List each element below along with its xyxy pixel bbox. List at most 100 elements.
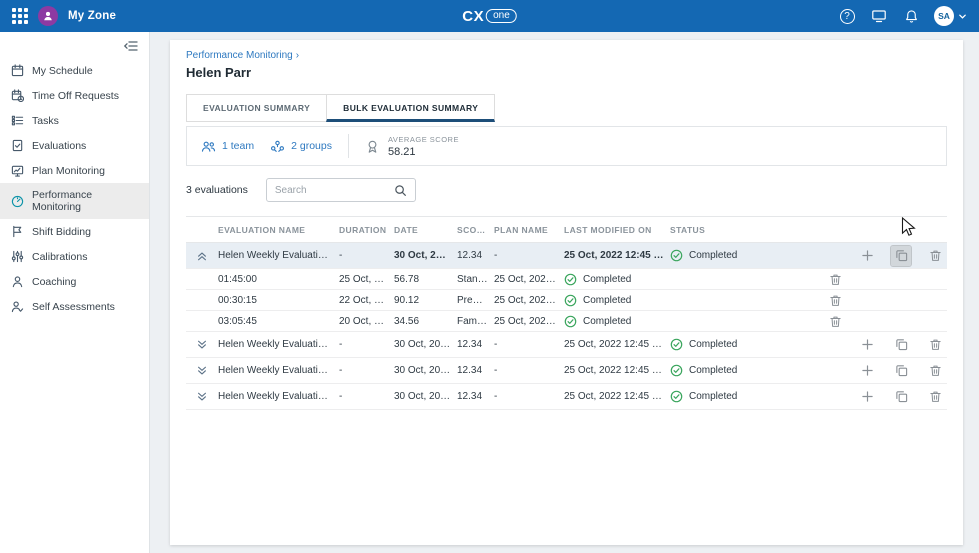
user-menu[interactable]: SA: [934, 6, 967, 26]
evaluation-name: Helen Weekly Evaluation - June 20: [218, 365, 339, 376]
last-modified: 25 Oct, 2022 12:45 PM: [494, 316, 564, 327]
copy-icon: [895, 390, 908, 403]
table-row[interactable]: Helen Weekly Evaluation - June 20 - 30 O…: [186, 358, 947, 384]
plan-monitoring-icon: [11, 164, 24, 177]
sidebar-item-label: Evaluations: [32, 140, 86, 152]
avatar[interactable]: SA: [934, 6, 954, 26]
delete-evaluation-button[interactable]: [925, 361, 945, 381]
add-evaluation-button[interactable]: [857, 335, 877, 355]
copy-evaluation-button[interactable]: [891, 246, 911, 266]
divider: [348, 134, 349, 158]
table-row[interactable]: Helen Weekly Evaluation - June... - 30 O…: [186, 243, 947, 269]
status-label: Completed: [689, 250, 737, 261]
sidebar-nav: My Schedule Time Off Requests Tasks Evaluat…: [0, 58, 149, 319]
status-label: Completed: [583, 295, 631, 306]
my-zone-logo-icon: [38, 6, 58, 26]
help-icon[interactable]: ?: [838, 7, 856, 25]
status-label: Completed: [689, 391, 737, 402]
sidebar-item-tasks[interactable]: Tasks: [0, 108, 149, 133]
status-label: Completed: [689, 339, 737, 350]
date: 30 Oct, 2022: [394, 250, 457, 261]
table-row[interactable]: 01:45:00 25 Oct, 2022 56.78 Standard Pla…: [186, 269, 947, 290]
average-score-value: 58.21: [388, 146, 459, 158]
expand-row-icon[interactable]: [196, 365, 208, 377]
completed-check-icon: [670, 338, 683, 351]
my-schedule-icon: [11, 64, 24, 77]
sidebar-item-label: Shift Bidding: [32, 226, 91, 238]
date: 30 Oct, 2022: [394, 339, 457, 350]
copy-evaluation-button[interactable]: [891, 387, 911, 407]
sidebar-item-evaluations[interactable]: Evaluations: [0, 133, 149, 158]
tab-bulk-evaluation-summary[interactable]: BULK EVALUATION SUMMARY: [326, 94, 495, 122]
breadcrumb-chevron: ›: [296, 50, 299, 61]
sidebar-item-calibrations[interactable]: Calibrations: [0, 244, 149, 269]
col-duration: DURATION: [339, 225, 394, 235]
completed-check-icon: [670, 364, 683, 377]
copy-evaluation-button[interactable]: [891, 335, 911, 355]
sidebar-item-label: Performance Monitoring: [32, 189, 138, 213]
table-header: EVALUATION NAME DURATION DATE SCORE PLAN…: [186, 216, 947, 243]
plan-name: Family Plan: [457, 316, 494, 327]
sidebar-item-label: Plan Monitoring: [32, 165, 105, 177]
completed-check-icon: [670, 390, 683, 403]
app-launcher-icon[interactable]: [12, 8, 28, 24]
add-evaluation-button[interactable]: [857, 387, 877, 407]
plus-icon: [862, 250, 873, 261]
duration: -: [339, 339, 394, 350]
status-cell: Completed: [670, 249, 847, 262]
team-link[interactable]: 1 team: [201, 140, 254, 153]
screen-share-icon[interactable]: [870, 7, 888, 25]
status-cell: Completed: [564, 273, 670, 286]
sidebar-item-label: Time Off Requests: [32, 90, 119, 102]
sidebar-item-performance-monitoring[interactable]: Performance Monitoring: [0, 183, 149, 219]
copy-evaluation-button[interactable]: [891, 361, 911, 381]
status-cell: Completed: [670, 338, 847, 351]
notifications-bell-icon[interactable]: [902, 7, 920, 25]
expand-row-icon[interactable]: [196, 339, 208, 351]
col-last-modified: LAST MODIFIED ON: [564, 225, 670, 235]
trash-icon: [929, 249, 942, 262]
average-score-block: AVERAGE SCORE 58.21: [365, 135, 459, 158]
search-icon[interactable]: [394, 184, 407, 197]
table-row[interactable]: 00:30:15 22 Oct, 2022 90.12 Premium Plan…: [186, 290, 947, 311]
expand-row-icon[interactable]: [196, 391, 208, 403]
add-evaluation-button[interactable]: [857, 246, 877, 266]
average-score-label: AVERAGE SCORE: [388, 135, 459, 144]
sidebar-item-my-schedule[interactable]: My Schedule: [0, 58, 149, 83]
delete-evaluation-button[interactable]: [825, 269, 845, 289]
groups-link[interactable]: 2 groups: [270, 140, 332, 153]
sidebar-item-shift-bidding[interactable]: Shift Bidding: [0, 219, 149, 244]
delete-evaluation-button[interactable]: [925, 335, 945, 355]
search-input[interactable]: [275, 185, 388, 196]
sidebar-item-coaching[interactable]: Coaching: [0, 269, 149, 294]
col-plan-name: PLAN NAME: [494, 225, 564, 235]
completed-check-icon: [564, 315, 577, 328]
delete-evaluation-button[interactable]: [825, 290, 845, 310]
performance-monitoring-icon: [11, 195, 24, 208]
tab-evaluation-summary[interactable]: EVALUATION SUMMARY: [186, 94, 327, 122]
date: 30 Oct, 2022: [394, 365, 457, 376]
table-row[interactable]: 03:05:45 20 Oct, 2022 34.56 Family Plan …: [186, 311, 947, 332]
score: 34.56: [394, 316, 457, 327]
tasks-icon: [11, 114, 24, 127]
delete-evaluation-button[interactable]: [925, 387, 945, 407]
collapse-sidebar-icon[interactable]: [123, 39, 139, 53]
sidebar-item-label: Self Assessments: [32, 301, 115, 313]
cxone-logo-one: one: [486, 9, 517, 23]
table-row[interactable]: Helen Weekly Evaluation - June 20 - 30 O…: [186, 332, 947, 358]
last-modified: 25 Oct, 2022 12:45 PM: [494, 295, 564, 306]
sidebar-item-time-off-requests[interactable]: Time Off Requests: [0, 83, 149, 108]
last-modified: 25 Oct, 2022 12:45 PM: [494, 274, 564, 285]
delete-evaluation-button[interactable]: [825, 311, 845, 331]
sidebar-item-plan-monitoring[interactable]: Plan Monitoring: [0, 158, 149, 183]
collapse-row-icon[interactable]: [196, 250, 208, 262]
delete-evaluation-button[interactable]: [925, 246, 945, 266]
main-content: Performance Monitoring› Helen Parr EVALU…: [150, 32, 979, 553]
table-row[interactable]: Helen Weekly Evaluation - June 20 - 30 O…: [186, 384, 947, 410]
sidebar-item-self-assessments[interactable]: Self Assessments: [0, 294, 149, 319]
evaluation-name: Helen Weekly Evaluation - June 20: [218, 391, 339, 402]
breadcrumb[interactable]: Performance Monitoring›: [186, 50, 947, 61]
add-evaluation-button[interactable]: [857, 361, 877, 381]
medal-icon: [365, 139, 380, 154]
groups-icon: [270, 140, 285, 153]
